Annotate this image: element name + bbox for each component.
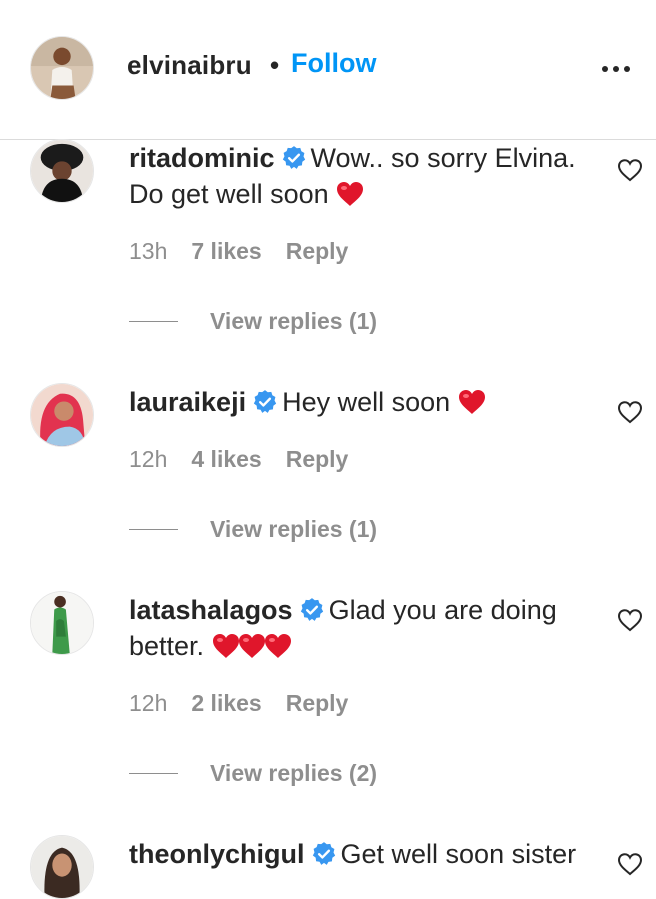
comment-likes-count[interactable]: 4 likes (191, 446, 261, 473)
verified-badge-icon (299, 597, 325, 623)
separator-dot: • (270, 50, 280, 80)
reply-button[interactable]: Reply (286, 238, 349, 265)
follow-button[interactable]: Follow (291, 48, 376, 79)
author-username[interactable]: elvinaibru (127, 50, 252, 81)
red-heart-emoji-icon (212, 633, 240, 659)
comment-text: latashalagos Glad you are doing better. (129, 592, 599, 664)
comment-likes-count[interactable]: 2 likes (191, 690, 261, 717)
reply-button[interactable]: Reply (286, 446, 349, 473)
commenter-avatar[interactable] (30, 835, 94, 899)
post-header: elvinaibru • Follow (0, 0, 656, 140)
commenter-avatar[interactable] (30, 383, 94, 447)
comment-text: lauraikeji Hey well soon (129, 384, 599, 420)
replies-divider-line (129, 773, 178, 774)
author-avatar[interactable] (30, 36, 94, 100)
commenter-username[interactable]: latashalagos (129, 595, 293, 625)
comment-timestamp: 13h (129, 238, 168, 264)
commenter-avatar[interactable] (30, 139, 94, 203)
comment-meta: 13h 7 likes Reply (129, 238, 348, 265)
comment-body: Hey well soon (282, 387, 451, 417)
like-heart-icon[interactable] (617, 608, 643, 632)
commenter-username[interactable]: ritadominic (129, 143, 275, 173)
more-options-icon[interactable] (602, 58, 630, 80)
red-heart-emoji-icon (238, 633, 266, 659)
comment-text: ritadominic Wow.. so sorry Elvina. Do get… (129, 140, 599, 212)
view-replies-label: View replies (2) (210, 760, 378, 786)
like-heart-icon[interactable] (617, 400, 643, 424)
commenter-avatar[interactable] (30, 591, 94, 655)
comment-meta: 12h 2 likes Reply (129, 690, 348, 717)
reply-button[interactable]: Reply (286, 690, 349, 717)
comment-meta: 12h 4 likes Reply (129, 446, 348, 473)
comment-body: Get well soon sister (340, 839, 577, 869)
verified-badge-icon (311, 841, 337, 867)
like-heart-icon[interactable] (617, 158, 643, 182)
red-heart-emoji-icon (458, 389, 486, 415)
view-replies-button[interactable]: View replies (1) (129, 308, 377, 335)
view-replies-button[interactable]: View replies (2) (129, 760, 377, 787)
verified-badge-icon (281, 145, 307, 171)
comment-timestamp: 12h (129, 690, 168, 716)
verified-badge-icon (252, 389, 278, 415)
replies-divider-line (129, 321, 178, 322)
red-heart-emoji-icon (336, 181, 364, 207)
comment-timestamp: 12h (129, 446, 168, 472)
view-replies-label: View replies (1) (210, 516, 378, 542)
like-heart-icon[interactable] (617, 852, 643, 876)
red-heart-emoji-icon (264, 633, 292, 659)
replies-divider-line (129, 529, 178, 530)
commenter-username[interactable]: lauraikeji (129, 387, 246, 417)
view-replies-button[interactable]: View replies (1) (129, 516, 377, 543)
commenter-username[interactable]: theonlychigul (129, 839, 305, 869)
comment-likes-count[interactable]: 7 likes (191, 238, 261, 265)
view-replies-label: View replies (1) (210, 308, 378, 334)
comment-text: theonlychigul Get well soon sister (129, 836, 599, 872)
